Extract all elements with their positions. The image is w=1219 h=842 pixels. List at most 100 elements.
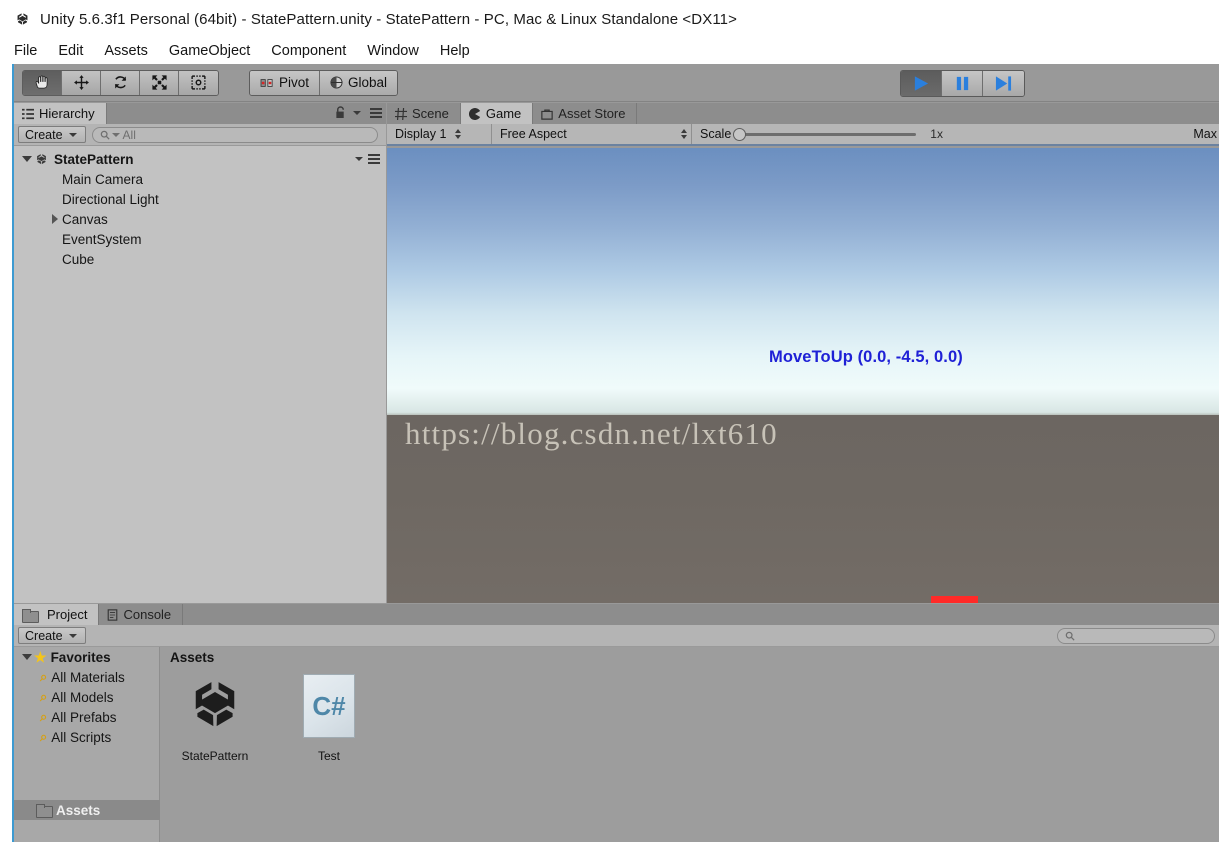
menu-help[interactable]: Help bbox=[440, 41, 481, 61]
search-icon: ⌕ bbox=[40, 709, 48, 724]
unity-logo-icon bbox=[17, 12, 28, 25]
project-create-label: Create bbox=[25, 628, 63, 643]
asset-statepattern[interactable]: StatePattern bbox=[172, 669, 258, 763]
favorite-all-models[interactable]: ⌕ All Models bbox=[14, 687, 159, 707]
pause-button[interactable] bbox=[942, 71, 983, 96]
hierarchy-item-directional-light[interactable]: Directional Light bbox=[14, 189, 386, 209]
hierarchy-item-main-camera[interactable]: Main Camera bbox=[14, 169, 386, 189]
game-view-render[interactable]: MoveToUp (0.0, -4.5, 0.0) https://blog.c… bbox=[387, 148, 1219, 603]
hierarchy-item-label: Cube bbox=[62, 251, 95, 267]
search-icon: ⌕ bbox=[40, 689, 48, 704]
hierarchy-search-input[interactable]: All bbox=[91, 126, 378, 143]
hand-tool-button[interactable] bbox=[23, 70, 62, 95]
move-tool-button[interactable] bbox=[62, 70, 101, 95]
aspect-dropdown[interactable]: Free Aspect bbox=[492, 124, 692, 144]
hierarchy-item-eventsystem[interactable]: EventSystem bbox=[14, 229, 386, 249]
stepper-icon bbox=[455, 129, 462, 139]
scene-grid-icon bbox=[395, 107, 407, 120]
rotate-tool-button[interactable] bbox=[101, 70, 140, 95]
hierarchy-item-canvas[interactable]: Canvas bbox=[14, 209, 386, 229]
step-button[interactable] bbox=[983, 71, 1024, 96]
project-toolbar: Create bbox=[14, 625, 1219, 647]
search-filter-caret-icon bbox=[111, 132, 120, 137]
scale-icon bbox=[151, 75, 167, 90]
tab-console[interactable]: Console bbox=[99, 604, 184, 625]
hierarchy-tabbar: Hierarchy bbox=[14, 103, 386, 124]
editor-body: Pivot Global Hierarchy Create All StateP… bbox=[14, 64, 1219, 842]
asset-name: Test bbox=[317, 749, 340, 763]
scale-value: 1x bbox=[930, 127, 943, 141]
hierarchy-item-label: Directional Light bbox=[62, 191, 159, 207]
menu-component[interactable]: Component bbox=[271, 41, 357, 61]
tab-hierarchy[interactable]: Hierarchy bbox=[14, 103, 107, 124]
game-panel: Scene Game Asset Store Display 1 Free As… bbox=[387, 103, 1219, 603]
favorite-label: All Models bbox=[51, 689, 114, 705]
tab-project[interactable]: Project bbox=[14, 604, 100, 625]
scale-slider-knob[interactable] bbox=[733, 127, 747, 141]
asset-store-icon bbox=[541, 109, 554, 120]
project-folder-assets[interactable]: Assets bbox=[14, 800, 160, 820]
hierarchy-panel: Hierarchy Create All StatePattern Main C… bbox=[14, 103, 386, 603]
hierarchy-item-cube[interactable]: Cube bbox=[14, 249, 386, 269]
maximize-on-play-label[interactable]: Max bbox=[1193, 127, 1217, 141]
menu-edit[interactable]: Edit bbox=[58, 41, 94, 61]
favorite-all-prefabs[interactable]: ⌕ All Prefabs bbox=[14, 707, 159, 727]
tab-hierarchy-label: Hierarchy bbox=[39, 106, 95, 121]
project-search-input[interactable] bbox=[1057, 628, 1215, 644]
pause-icon bbox=[956, 76, 968, 91]
transform-tools-group bbox=[22, 69, 219, 96]
move-arrows-icon bbox=[73, 75, 89, 90]
expand-caret-icon[interactable] bbox=[20, 156, 34, 162]
star-icon: ★ bbox=[34, 648, 47, 665]
hierarchy-icon bbox=[22, 108, 34, 119]
menu-file[interactable]: File bbox=[14, 41, 48, 61]
project-create-button[interactable]: Create bbox=[18, 627, 86, 644]
hierarchy-search-text: All bbox=[122, 127, 136, 142]
project-body: ★ Favorites ⌕ All Materials ⌕ All Models… bbox=[14, 647, 1219, 842]
tab-asset-store[interactable]: Asset Store bbox=[533, 103, 638, 124]
hierarchy-item-statepattern[interactable]: StatePattern bbox=[14, 149, 386, 169]
stepper-icon bbox=[681, 129, 687, 139]
tab-game[interactable]: Game bbox=[460, 103, 534, 124]
expand-caret-icon[interactable] bbox=[20, 654, 34, 660]
tab-console-label: Console bbox=[123, 607, 172, 622]
center-tabbar: Scene Game Asset Store bbox=[387, 103, 1219, 124]
game-pacman-icon bbox=[468, 107, 481, 120]
console-icon bbox=[108, 608, 118, 621]
menu-window[interactable]: Window bbox=[367, 41, 430, 61]
favorite-all-scripts[interactable]: ⌕ All Scripts bbox=[14, 727, 159, 747]
pivot-button[interactable]: Pivot bbox=[250, 70, 321, 95]
scale-slider[interactable] bbox=[733, 127, 917, 141]
scene-menu-icon[interactable] bbox=[368, 154, 380, 164]
menubar: File Edit Assets GameObject Component Wi… bbox=[0, 38, 1219, 64]
favorites-header[interactable]: ★ Favorites bbox=[14, 647, 159, 667]
play-icon bbox=[914, 76, 928, 91]
favorite-all-materials[interactable]: ⌕ All Materials bbox=[14, 667, 159, 687]
hierarchy-create-button[interactable]: Create bbox=[18, 126, 86, 143]
assets-folder-label: Assets bbox=[56, 802, 101, 818]
chevron-down-icon bbox=[68, 633, 77, 638]
favorite-label: All Prefabs bbox=[51, 709, 117, 725]
asset-test[interactable]: C# Test bbox=[286, 669, 372, 763]
step-forward-icon bbox=[995, 76, 1012, 91]
hierarchy-tree: StatePattern Main Camera Directional Lig… bbox=[14, 146, 386, 603]
play-button[interactable] bbox=[901, 71, 942, 96]
rect-tool-button[interactable] bbox=[179, 70, 218, 95]
expand-caret-icon[interactable] bbox=[48, 214, 62, 224]
tab-asset-store-label: Asset Store bbox=[558, 106, 626, 121]
menu-gameobject[interactable]: GameObject bbox=[169, 41, 261, 61]
pivot-label: Pivot bbox=[279, 75, 310, 90]
hierarchy-toolbar: Create All bbox=[14, 124, 386, 146]
asset-icon-wrap bbox=[182, 669, 248, 743]
pivot-icon bbox=[260, 78, 273, 87]
global-button[interactable]: Global bbox=[320, 70, 398, 95]
unity-scene-icon bbox=[195, 682, 235, 727]
unity-scene-icon bbox=[37, 153, 46, 164]
scale-tool-button[interactable] bbox=[140, 70, 179, 95]
display-dropdown[interactable]: Display 1 bbox=[387, 124, 492, 144]
menu-assets[interactable]: Assets bbox=[104, 41, 159, 61]
lock-icon[interactable] bbox=[335, 106, 346, 119]
unity-editor-window: Unity 5.6.3f1 Personal (64bit) - StatePa… bbox=[0, 0, 1219, 842]
panel-menu-icon[interactable] bbox=[370, 107, 382, 118]
tab-scene[interactable]: Scene bbox=[387, 103, 461, 124]
